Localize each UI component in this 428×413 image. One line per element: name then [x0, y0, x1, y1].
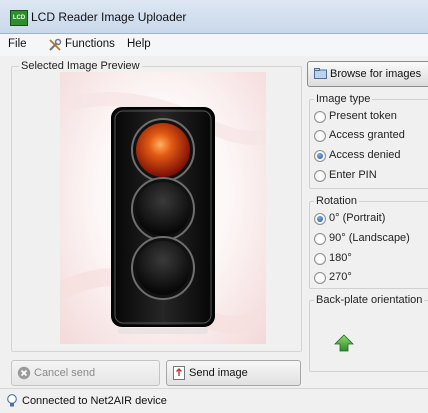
image-preview: [60, 72, 266, 344]
menu-file[interactable]: File: [8, 38, 27, 50]
status-bar: Connected to Net2AIR device: [0, 388, 428, 413]
cancel-send-label: Cancel send: [34, 367, 96, 379]
send-image-label: Send image: [189, 367, 248, 379]
radio-label: 90° (Landscape): [329, 232, 410, 244]
radio-present-token[interactable]: [314, 111, 326, 123]
radio-access-denied[interactable]: [314, 150, 326, 162]
browse-for-images-button[interactable]: Browse for images: [307, 61, 428, 87]
arrow-up-icon[interactable]: [334, 334, 354, 352]
rotation-legend: Rotation: [314, 195, 359, 207]
cancel-send-button[interactable]: Cancel send: [11, 360, 160, 386]
backplate-group: [309, 300, 428, 372]
preview-legend: Selected Image Preview: [19, 60, 142, 72]
radio-label: Enter PIN: [329, 169, 377, 181]
send-image-icon: [173, 366, 185, 380]
browse-label: Browse for images: [330, 68, 422, 80]
app-icon: LCD: [10, 10, 28, 26]
radio-enter-pin[interactable]: [314, 170, 326, 182]
radio-label: Access denied: [329, 149, 401, 161]
app-window: LCD LCD Reader Image Uploader File Funct…: [0, 0, 428, 413]
radio-label: Access granted: [329, 129, 405, 141]
backplate-legend: Back-plate orientation: [314, 294, 425, 306]
title-bar: LCD LCD Reader Image Uploader: [0, 0, 428, 34]
menu-bar: File Functions Help: [0, 34, 428, 56]
status-text: Connected to Net2AIR device: [22, 395, 167, 407]
lightbulb-icon: [7, 394, 17, 407]
radio-label: 0° (Portrait): [329, 212, 386, 224]
image-type-legend: Image type: [314, 93, 373, 105]
radio-label: 180°: [329, 252, 352, 264]
radio-label: 270°: [329, 271, 352, 283]
radio-access-granted[interactable]: [314, 130, 326, 142]
radio-rotation-270[interactable]: [314, 272, 326, 284]
window-title: LCD Reader Image Uploader: [31, 10, 187, 24]
menu-help[interactable]: Help: [127, 38, 151, 50]
send-image-button[interactable]: Send image: [166, 360, 301, 386]
radio-rotation-0[interactable]: [314, 213, 326, 225]
traffic-light-image: [60, 92, 266, 334]
menu-functions[interactable]: Functions: [65, 38, 115, 50]
radio-rotation-180[interactable]: [314, 253, 326, 265]
radio-rotation-90[interactable]: [314, 233, 326, 245]
cancel-icon: [17, 366, 31, 380]
folder-icon: [314, 68, 327, 79]
radio-label: Present token: [329, 110, 397, 122]
tools-icon: [49, 38, 62, 51]
